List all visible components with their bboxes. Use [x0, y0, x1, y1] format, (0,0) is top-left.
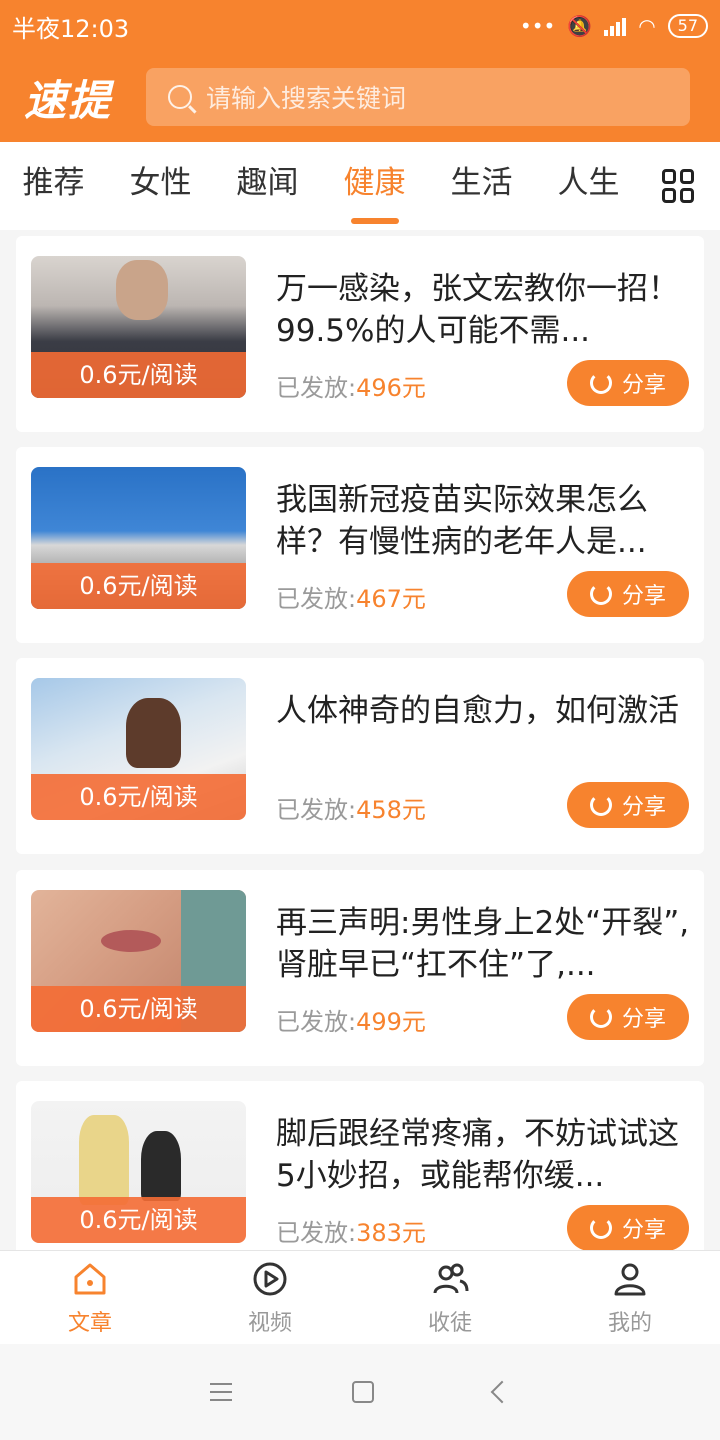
article-title: 人体神奇的自愈力，如何激活 [276, 693, 679, 729]
grid-menu-icon[interactable] [662, 169, 696, 203]
tab-women[interactable]: 女性 [107, 142, 214, 230]
search-input[interactable]: 请输入搜索关键词 [146, 68, 690, 126]
nav-label: 我的 [607, 1311, 652, 1336]
article-thumbnail: 0.6元/阅读 [31, 678, 246, 820]
nav-videos[interactable]: 视频 [180, 1251, 360, 1344]
article-thumbnail: 0.6元/阅读 [31, 1101, 246, 1243]
share-icon [589, 583, 612, 605]
nav-label: 文章 [67, 1311, 112, 1336]
article-card[interactable]: 0.6元/阅读 脚后跟经常疼痛，不妨试试这5小妙招，或能帮你缓... 已发放:3… [16, 1081, 704, 1250]
nav-label: 视频 [247, 1311, 292, 1336]
article-title: 我国新冠疫苗实际效果怎么样？有慢性病的老年人是... [276, 482, 648, 560]
users-icon [433, 1263, 469, 1294]
reward-rate: 0.6元/阅读 [31, 1197, 246, 1243]
article-thumbnail: 0.6元/阅读 [31, 256, 246, 398]
nav-apprentice[interactable]: 收徒 [360, 1251, 540, 1344]
signal-icon [604, 16, 627, 36]
search-placeholder: 请输入搜索关键词 [206, 84, 407, 113]
back-icon[interactable] [490, 1380, 514, 1404]
paid-amount: 已发放:458元 [276, 796, 426, 824]
paid-amount: 已发放:383元 [276, 1219, 426, 1247]
article-card[interactable]: 0.6元/阅读 万一感染，张文宏教你一招！99.5%的人可能不需... 已发放:… [16, 236, 704, 432]
reward-rate: 0.6元/阅读 [31, 774, 246, 820]
more-dots-icon: ••• [519, 14, 556, 38]
category-tabs: 推荐 女性 趣闻 健康 生活 人生 [0, 142, 720, 230]
article-card[interactable]: 0.6元/阅读 再三声明:男性身上2处“开裂”,肾脏早已“扛不住”了,... 已… [16, 870, 704, 1066]
article-title: 再三声明:男性身上2处“开裂”,肾脏早已“扛不住”了,... [276, 905, 690, 983]
home-square-icon[interactable] [352, 1381, 374, 1403]
reward-rate: 0.6元/阅读 [31, 986, 246, 1032]
mute-icon: 🔕 [567, 14, 593, 38]
article-thumbnail: 0.6元/阅读 [31, 467, 246, 609]
share-icon [589, 372, 612, 394]
home-icon [74, 1263, 106, 1295]
reward-rate: 0.6元/阅读 [31, 563, 246, 609]
paid-amount: 已发放:499元 [276, 1008, 426, 1036]
tab-recommend[interactable]: 推荐 [0, 142, 107, 230]
tab-life[interactable]: 生活 [428, 142, 535, 230]
share-button[interactable]: 分享 [567, 1205, 689, 1250]
nav-articles[interactable]: 文章 [0, 1251, 180, 1344]
app-header: 速提 请输入搜索关键词 [0, 52, 720, 142]
share-icon [589, 1006, 612, 1028]
article-card[interactable]: 0.6元/阅读 人体神奇的自愈力，如何激活 已发放:458元 分享 [16, 658, 704, 854]
menu-icon[interactable] [210, 1383, 232, 1401]
article-title: 万一感染，张文宏教你一招！99.5%的人可能不需... [276, 271, 679, 349]
system-nav [0, 1344, 720, 1440]
wifi-icon: ◠ [638, 14, 656, 38]
share-icon [589, 1217, 612, 1239]
article-card[interactable]: 0.6元/阅读 我国新冠疫苗实际效果怎么样？有慢性病的老年人是... 已发放:4… [16, 447, 704, 643]
app-logo: 速提 [24, 75, 113, 125]
share-button[interactable]: 分享 [567, 782, 689, 828]
nav-label: 收徒 [427, 1311, 472, 1336]
article-thumbnail: 0.6元/阅读 [31, 890, 246, 1032]
share-button[interactable]: 分享 [567, 994, 689, 1040]
bottom-nav: 文章 视频 收徒 我的 [0, 1250, 720, 1344]
paid-amount: 已发放:496元 [276, 374, 426, 402]
reward-rate: 0.6元/阅读 [31, 352, 246, 398]
search-icon [168, 85, 192, 109]
status-icons: ••• 🔕 ◠ 57 [520, 14, 708, 38]
tab-health[interactable]: 健康 [321, 142, 428, 230]
share-button[interactable]: 分享 [567, 360, 689, 406]
status-time: 半夜12:03 [12, 14, 130, 43]
nav-mine[interactable]: 我的 [540, 1251, 720, 1344]
paid-amount: 已发放:467元 [276, 585, 426, 613]
tab-fun[interactable]: 趣闻 [214, 142, 321, 230]
battery-icon: 57 [667, 14, 708, 38]
user-icon [614, 1263, 646, 1296]
article-title: 脚后跟经常疼痛，不妨试试这5小妙招，或能帮你缓... [276, 1116, 679, 1194]
status-bar: 半夜12:03 ••• 🔕 ◠ 57 [0, 0, 720, 52]
share-button[interactable]: 分享 [567, 571, 689, 617]
tab-lifestory[interactable]: 人生 [535, 142, 642, 230]
share-icon [589, 794, 612, 816]
play-icon [253, 1262, 287, 1296]
article-feed: 0.6元/阅读 万一感染，张文宏教你一招！99.5%的人可能不需... 已发放:… [0, 230, 720, 1250]
